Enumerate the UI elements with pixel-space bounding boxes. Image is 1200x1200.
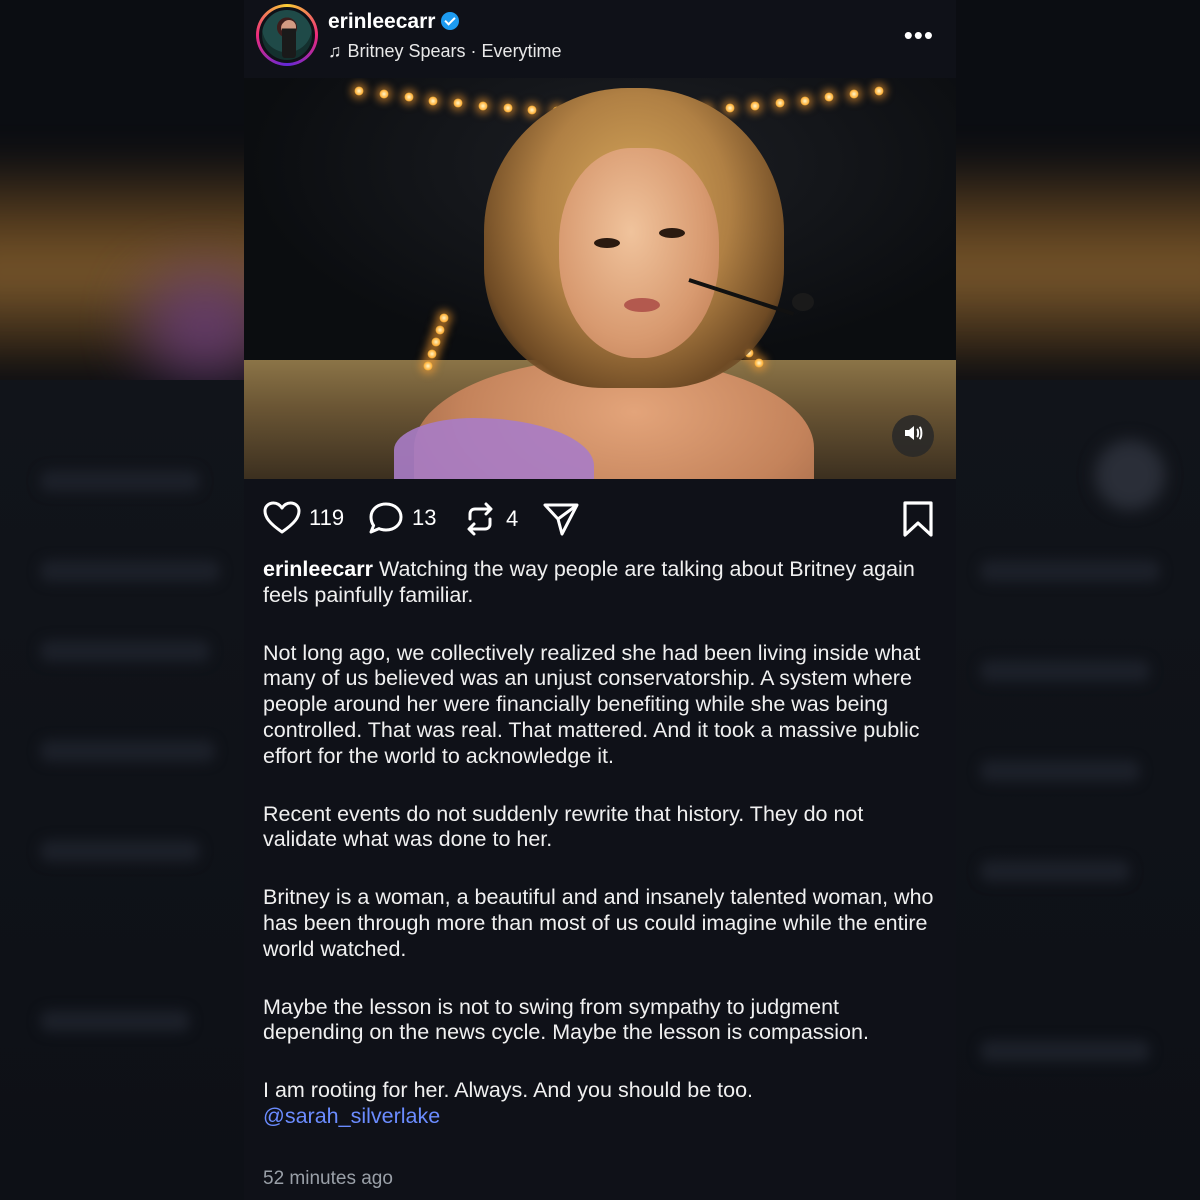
stage-light (874, 86, 884, 96)
caption-paragraph: Maybe the lesson is not to swing from sy… (263, 994, 869, 1045)
speaker-icon[interactable] (892, 415, 934, 457)
performer-image (394, 88, 814, 479)
heart-icon (263, 501, 301, 534)
music-note-icon: ♫ (328, 41, 342, 61)
post-header: erinleecarr ♫ Britney Spears · Everytime … (244, 0, 956, 78)
like-button[interactable]: 119 (263, 501, 344, 535)
caption-paragraph: Britney is a woman, a beautiful and and … (263, 885, 934, 961)
caption-paragraph: Not long ago, we collectively realized s… (263, 640, 921, 768)
bookmark-icon (903, 501, 933, 537)
stage-light (354, 86, 364, 96)
more-options-icon[interactable]: ••• (904, 20, 934, 51)
avatar[interactable] (256, 4, 318, 66)
save-button[interactable] (902, 501, 934, 542)
repost-count: 4 (506, 506, 519, 531)
send-icon (543, 503, 579, 536)
share-button[interactable] (542, 501, 580, 537)
caption-closing-text: I am rooting for her. Always. And you sh… (263, 1078, 754, 1103)
caption-closing: I am rooting for her. Always. And you sh… (263, 1078, 943, 1130)
post-media[interactable] (244, 78, 956, 479)
music-label[interactable]: Britney Spears · Everytime (348, 41, 562, 61)
caption-paragraph: Recent events do not suddenly rewrite th… (263, 801, 864, 852)
username-text[interactable]: erinleecarr (328, 10, 435, 33)
post-caption: erinleecarr Watching the way people are … (263, 557, 943, 1130)
caption-lead: erinleecarr Watching the way people are … (263, 557, 943, 609)
post-card: erinleecarr ♫ Britney Spears · Everytime … (244, 0, 956, 1200)
post-username[interactable]: erinleecarr (328, 10, 460, 34)
post-timestamp: 52 minutes ago (263, 1168, 393, 1189)
verified-badge-icon (441, 12, 460, 30)
comment-icon (369, 502, 403, 534)
repost-button[interactable]: 4 (462, 501, 518, 537)
comment-button[interactable]: 13 (368, 501, 436, 535)
stage-light (378, 89, 389, 100)
caption-username[interactable]: erinleecarr (263, 557, 373, 581)
music-attribution[interactable]: ♫ Britney Spears · Everytime (328, 41, 562, 62)
mention-link[interactable]: @sarah_silverlake (263, 1104, 943, 1130)
like-count: 119 (309, 505, 345, 530)
repost-icon (467, 502, 493, 536)
comment-count: 13 (412, 505, 437, 530)
action-bar: 119 13 4 (244, 479, 956, 557)
